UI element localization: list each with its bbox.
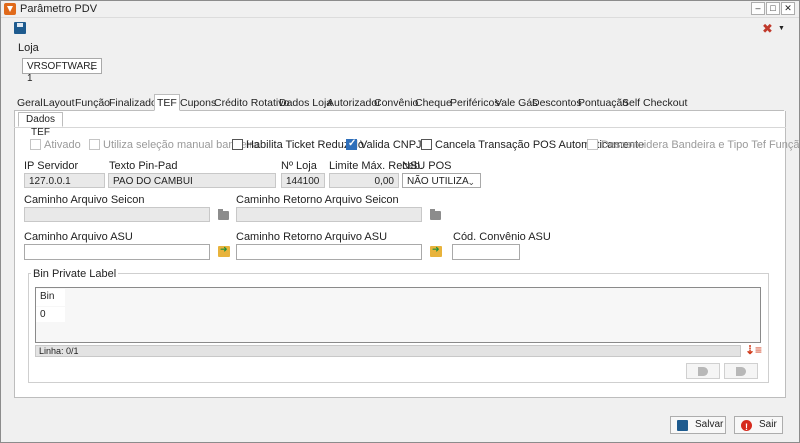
seicon-label: Caminho Arquivo Seicon [24,194,145,206]
open-folder-icon[interactable] [218,244,230,257]
tab-self-checkout[interactable]: Self Checkout [619,94,690,110]
tab-dados-tef[interactable]: Dados TEF [18,112,63,138]
close-button[interactable]: ✕ [781,2,795,15]
desconsidera-label: Desconsidera Bandeira e Tipo Tef Função … [601,139,800,151]
nloja-field[interactable]: 144100 [281,173,325,188]
folder-icon[interactable] [430,209,441,220]
nsu-selected: NÃO UTILIZA [407,176,469,187]
ip-label: IP Servidor [24,160,79,172]
loja-label: Loja [18,42,39,54]
retorno-seicon-label: Caminho Retorno Arquivo Seicon [236,194,399,206]
seicon-field[interactable] [24,207,210,222]
save-button-label: Salvar [695,419,724,430]
save-icon [677,420,688,431]
exit-button-label: Sair [759,419,777,430]
grid-status: Linha: 0/1 [35,345,741,357]
habilita-ticket-checkbox[interactable] [232,139,243,150]
open-folder-icon[interactable] [430,244,442,257]
maximize-button[interactable]: □ [766,2,780,15]
minimize-button[interactable]: – [751,2,765,15]
tools-dropdown-icon[interactable]: ▼ [778,25,785,32]
exit-button[interactable]: Sair [734,416,783,435]
nsu-select[interactable]: NÃO UTILIZA ⌄ [402,173,481,188]
convenio-asu-label: Cód. Convênio ASU [453,231,551,243]
asu-label: Caminho Arquivo ASU [24,231,133,243]
save-button[interactable]: Salvar [670,416,726,434]
valida-cnpj-label: Valida CNPJ [360,139,422,151]
app-icon [4,3,16,15]
chevron-down-icon: ⌄ [467,177,475,187]
folder-icon[interactable] [218,209,229,220]
valida-cnpj-checkbox[interactable] [346,138,357,150]
retorno-asu-label: Caminho Retorno Arquivo ASU [236,231,388,243]
tab-tef[interactable]: TEF [154,94,180,111]
ativado-label: Ativado [44,139,81,151]
nloja-label: Nº Loja [281,160,317,172]
subtab-divider [14,127,786,128]
ip-field[interactable]: 127.0.0.1 [24,173,105,188]
bin-group-title: Bin Private Label [31,268,119,280]
title-bar [0,0,800,18]
bin-cell[interactable]: 0 [36,307,65,322]
bin-grid[interactable] [35,287,761,343]
sort-icon[interactable]: ⇣≡ [745,344,762,356]
loja-select[interactable]: VRSOFTWARE 1 ⌄ [22,58,102,84]
pinpad-field[interactable]: PAO DO CAMBUI [108,173,276,188]
convenio-asu-field[interactable] [452,244,520,260]
loja-selected: VRSOFTWARE 1 [27,61,98,84]
window-title: Parâmetro PDV [20,3,98,15]
limite-field[interactable]: 0,00 [329,173,399,188]
selecao-manual-checkbox[interactable] [89,139,100,150]
retorno-asu-field[interactable] [236,244,422,260]
grid-remove-button[interactable] [724,363,758,379]
main-tabs: Geral Layout Função Finalizadora TEF Cup… [14,94,784,111]
asu-field[interactable] [24,244,210,260]
nsu-label: NSU POS [402,160,452,172]
tools-icon[interactable]: ✖ [762,22,776,35]
pinpad-label: Texto Pin-Pad [109,160,178,172]
chevron-down-icon: ⌄ [88,62,96,72]
bin-column-header[interactable]: Bin [36,289,65,306]
exit-icon [741,419,752,435]
desconsidera-checkbox[interactable] [587,139,598,150]
ativado-checkbox[interactable] [30,139,41,150]
grid-add-button[interactable] [686,363,720,379]
cancela-pos-checkbox[interactable] [421,139,432,150]
retorno-seicon-field[interactable] [236,207,422,222]
save-icon[interactable] [14,22,26,34]
